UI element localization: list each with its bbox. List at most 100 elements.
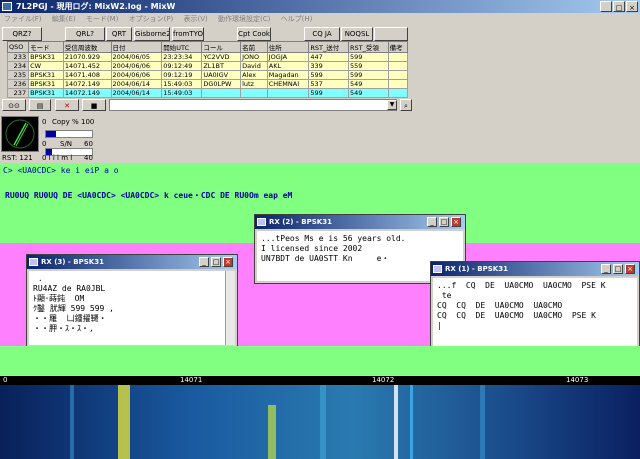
table-cell[interactable]: ZL1BT (201, 61, 242, 71)
macro-button-noqsl[interactable]: NOQSL (341, 27, 373, 41)
table-cell[interactable] (387, 79, 409, 89)
menu-help[interactable]: ヘルプ(H) (281, 15, 313, 23)
table-cell[interactable]: 14071.408 (62, 70, 112, 80)
table-cell[interactable] (201, 88, 242, 98)
clear-button[interactable]: ▤ (29, 99, 51, 111)
table-cell[interactable]: 234 (6, 61, 30, 71)
menu-options[interactable]: オプション(P) (129, 15, 174, 23)
table-cell[interactable]: JONO (240, 52, 268, 62)
table-cell[interactable]: CHEMNAI (266, 79, 310, 89)
table-cell[interactable]: 559 (347, 61, 389, 71)
table-cell[interactable]: JOGJA (266, 52, 310, 62)
dropdown-button[interactable]: ▼ (387, 100, 397, 110)
search-input[interactable] (109, 99, 397, 111)
maximize-button[interactable]: □ (613, 1, 625, 12)
minimize-icon[interactable]: _ (601, 264, 611, 274)
table-cell[interactable]: 2004/06/14 (110, 79, 163, 89)
log-column-header[interactable]: 備考 (387, 41, 409, 53)
search-button[interactable]: ⌕ (400, 99, 412, 111)
table-cell[interactable]: 237 (6, 88, 30, 98)
close-icon[interactable]: × (451, 217, 461, 227)
table-cell[interactable]: 21070.929 (62, 52, 112, 62)
table-cell[interactable] (266, 88, 310, 98)
table-cell[interactable] (387, 52, 409, 62)
close-button[interactable]: × (626, 1, 638, 12)
log-column-header[interactable]: 名前 (240, 41, 268, 53)
table-cell[interactable]: 2004/06/06 (110, 70, 163, 80)
table-cell[interactable]: 549 (347, 79, 389, 89)
delete-button[interactable]: ✕ (55, 99, 79, 111)
log-column-header[interactable]: 開始UTC (161, 41, 203, 53)
table-row[interactable]: 233 BPSK31 21070.929 2004/06/05 23:23:34 YC2V… (6, 52, 409, 62)
log-column-header[interactable]: 受信周波数 (62, 41, 112, 53)
table-cell[interactable]: 14072.149 (62, 88, 112, 98)
table-row[interactable]: 235 BPSK31 14071.408 2004/06/06 09:12:19 UA0I… (6, 70, 409, 80)
table-cell[interactable]: UA0IGV (201, 70, 242, 80)
table-cell[interactable]: lutz (240, 79, 268, 89)
minimize-icon[interactable]: _ (199, 257, 209, 267)
log-column-header[interactable]: 住所 (266, 41, 310, 53)
macro-button-qrt[interactable]: QRT (106, 27, 132, 41)
menu-mode[interactable]: モード(M) (86, 15, 119, 23)
macro-button-qrz[interactable]: QRZ? (2, 27, 42, 41)
table-cell[interactable]: 599 (308, 88, 349, 98)
save-button[interactable]: ■ (82, 99, 106, 111)
macro-button-gisborne[interactable]: Gisborne2 (134, 27, 170, 41)
table-cell[interactable]: BPSK31 (28, 52, 64, 62)
maximize-icon[interactable]: □ (613, 264, 623, 274)
table-cell[interactable]: 15:49:03 (161, 88, 203, 98)
macro-button-cptcook[interactable]: Cpt Cook (237, 27, 271, 41)
rx-window-3-text[interactable]: . RU4AZ de RA0JBL ﾄ顯･蒔鈍 OM ｸ鑿 肬輝 599 599… (29, 271, 225, 345)
maximize-icon[interactable]: □ (439, 217, 449, 227)
binoculars-button[interactable]: ⊙⊙ (2, 99, 26, 111)
table-cell[interactable]: DG0LPW (201, 79, 242, 89)
macro-button-qrl[interactable]: QRL? (65, 27, 105, 41)
waterfall-display[interactable] (0, 385, 640, 459)
table-cell[interactable]: 236 (6, 79, 30, 89)
log-column-header[interactable]: QSO (6, 41, 30, 53)
rx-window-1-text[interactable]: ...f CQ DE UA0CMO UA0CMO PSE K te CQ CQ … (433, 278, 637, 356)
table-row[interactable]: 237 BPSK31 14072.149 2004/06/14 15:49:03 599 5… (6, 88, 409, 98)
table-cell[interactable]: AKL (266, 61, 310, 71)
table-cell[interactable]: 447 (308, 52, 349, 62)
rx-lower-pane[interactable] (0, 346, 640, 375)
table-cell[interactable]: BPSK31 (28, 70, 64, 80)
table-row[interactable]: 234 CW 14071.452 2004/06/06 09:12:49 ZL1BT Dav… (6, 61, 409, 71)
table-cell[interactable]: YC2VVD (201, 52, 242, 62)
table-cell[interactable] (240, 88, 268, 98)
log-column-header[interactable]: RST_受領 (347, 41, 389, 53)
table-cell[interactable]: 339 (308, 61, 349, 71)
table-cell[interactable]: 23:23:34 (161, 52, 203, 62)
minimize-icon[interactable]: _ (427, 217, 437, 227)
minimize-button[interactable]: _ (600, 1, 612, 12)
menu-edit[interactable]: 編集(E) (52, 15, 76, 23)
table-cell[interactable]: 599 (347, 52, 389, 62)
table-cell[interactable]: 2004/06/05 (110, 52, 163, 62)
table-cell[interactable]: 537 (308, 79, 349, 89)
table-cell[interactable]: 14072.149 (62, 79, 112, 89)
log-column-header[interactable]: RST_送付 (308, 41, 349, 53)
table-cell[interactable]: 2004/06/06 (110, 61, 163, 71)
table-cell[interactable]: David (240, 61, 268, 71)
rx-window-1[interactable]: RX (1) - BPSK31 _ □ × ...f CQ DE UA0CMO … (430, 261, 640, 359)
close-icon[interactable]: × (223, 257, 233, 267)
table-cell[interactable]: 599 (308, 70, 349, 80)
menu-config[interactable]: 動作環境設定(C) (218, 15, 270, 23)
table-cell[interactable]: 15:49:03 (161, 79, 203, 89)
table-cell[interactable]: 2004/06/14 (110, 88, 163, 98)
maximize-icon[interactable]: □ (211, 257, 221, 267)
menu-file[interactable]: ファイル(F) (4, 15, 42, 23)
menu-view[interactable]: 表示(V) (184, 15, 208, 23)
scrollbar[interactable] (225, 271, 235, 345)
table-cell[interactable]: 09:12:49 (161, 61, 203, 71)
table-cell[interactable]: Alex (240, 70, 268, 80)
table-cell[interactable]: 233 (6, 52, 30, 62)
table-cell[interactable]: BPSK31 (28, 88, 64, 98)
table-cell[interactable]: 599 (347, 70, 389, 80)
log-column-header[interactable]: コール (201, 41, 242, 53)
log-column-header[interactable]: モード (28, 41, 64, 53)
close-icon[interactable]: × (625, 264, 635, 274)
table-cell[interactable]: 549 (347, 88, 389, 98)
table-cell[interactable] (387, 61, 409, 71)
table-cell[interactable] (387, 70, 409, 80)
